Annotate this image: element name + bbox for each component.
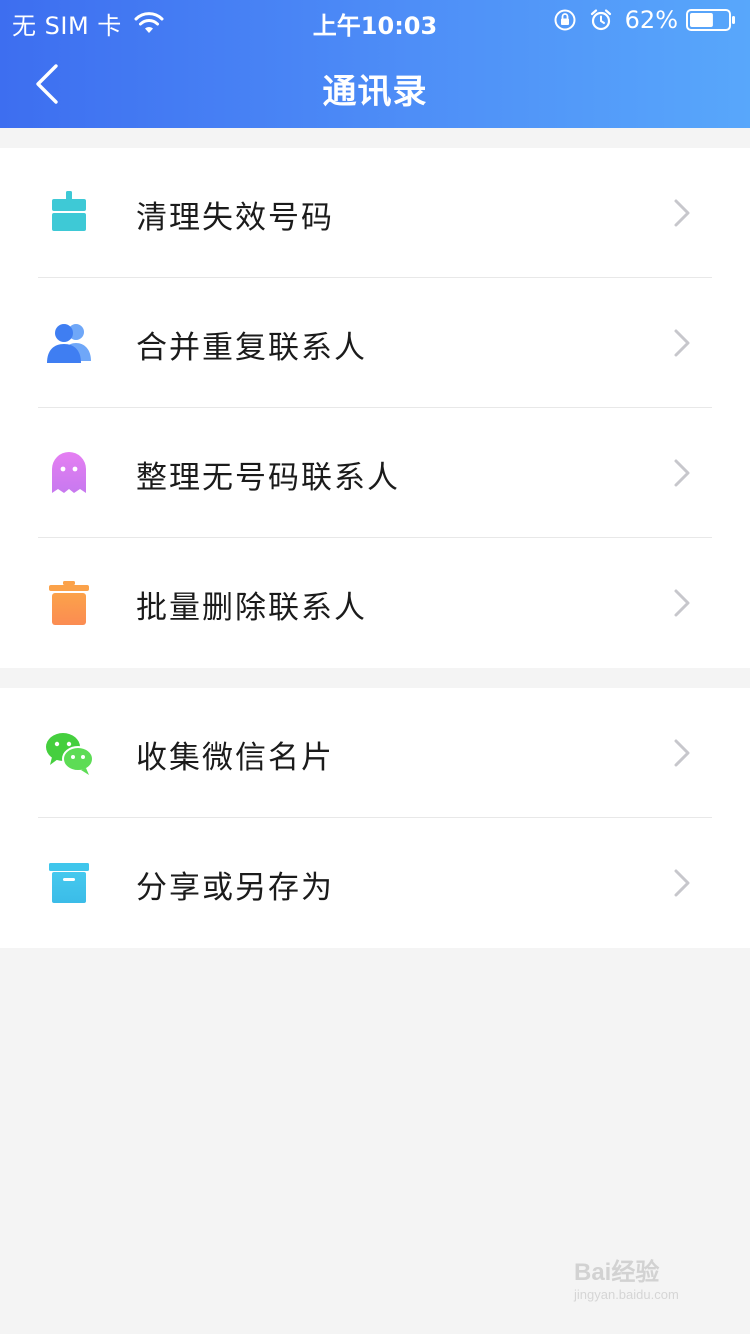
alarm-icon xyxy=(590,9,611,31)
menu-item-clean-invalid-numbers[interactable]: 清理失效号码 xyxy=(0,148,750,278)
menu-item-share-or-save-as[interactable]: 分享或另存为 xyxy=(0,818,750,948)
watermark-brand: Bai经验 xyxy=(574,1259,660,1286)
chevron-right-icon xyxy=(674,869,690,897)
broom-basket-icon xyxy=(52,191,86,231)
menu-item-label: 批量删除联系人 xyxy=(136,590,367,626)
archive-box-icon xyxy=(49,863,89,903)
chevron-right-icon xyxy=(674,459,690,487)
menu-item-label: 收集微信名片 xyxy=(136,740,334,776)
chevron-right-icon xyxy=(674,589,690,617)
menu-item-label: 分享或另存为 xyxy=(136,870,334,906)
menu-item-label: 整理无号码联系人 xyxy=(136,460,400,496)
menu-item-merge-duplicates[interactable]: 合并重复联系人 xyxy=(0,278,750,408)
baidu-jingyan-watermark: Bai经验 jingyan.baidu.com xyxy=(574,1252,724,1318)
battery-icon xyxy=(686,9,735,31)
menu-group-1: 清理失效号码 合并重复联系人 整理无号码联系人 批量删除联系人 xyxy=(0,148,750,668)
chevron-right-icon xyxy=(674,739,690,767)
watermark-url: jingyan.baidu.com xyxy=(574,1287,679,1302)
contacts-merge-icon xyxy=(47,324,91,363)
navbar: 通讯录 xyxy=(0,40,750,128)
ghost-icon xyxy=(52,452,86,493)
chevron-right-icon xyxy=(674,329,690,357)
trash-icon xyxy=(49,581,89,625)
menu-item-label: 清理失效号码 xyxy=(136,200,334,236)
menu-item-organize-no-number[interactable]: 整理无号码联系人 xyxy=(0,408,750,538)
header: 无 SIM 卡 上午10:03 62% 通讯录 xyxy=(0,0,750,128)
battery-percent: 62% xyxy=(624,6,678,34)
menu-item-label: 合并重复联系人 xyxy=(136,330,367,366)
wechat-icon xyxy=(46,733,94,775)
rotation-lock-icon xyxy=(554,9,576,31)
menu-item-batch-delete[interactable]: 批量删除联系人 xyxy=(0,538,750,668)
chevron-right-icon xyxy=(674,199,690,227)
page-title: 通讯录 xyxy=(322,72,428,112)
menu-item-collect-wechat-cards[interactable]: 收集微信名片 xyxy=(0,688,750,818)
menu-group-2: 收集微信名片 分享或另存为 xyxy=(0,688,750,948)
status-bar: 无 SIM 卡 上午10:03 62% xyxy=(0,0,750,40)
status-right: 62% xyxy=(553,6,736,34)
